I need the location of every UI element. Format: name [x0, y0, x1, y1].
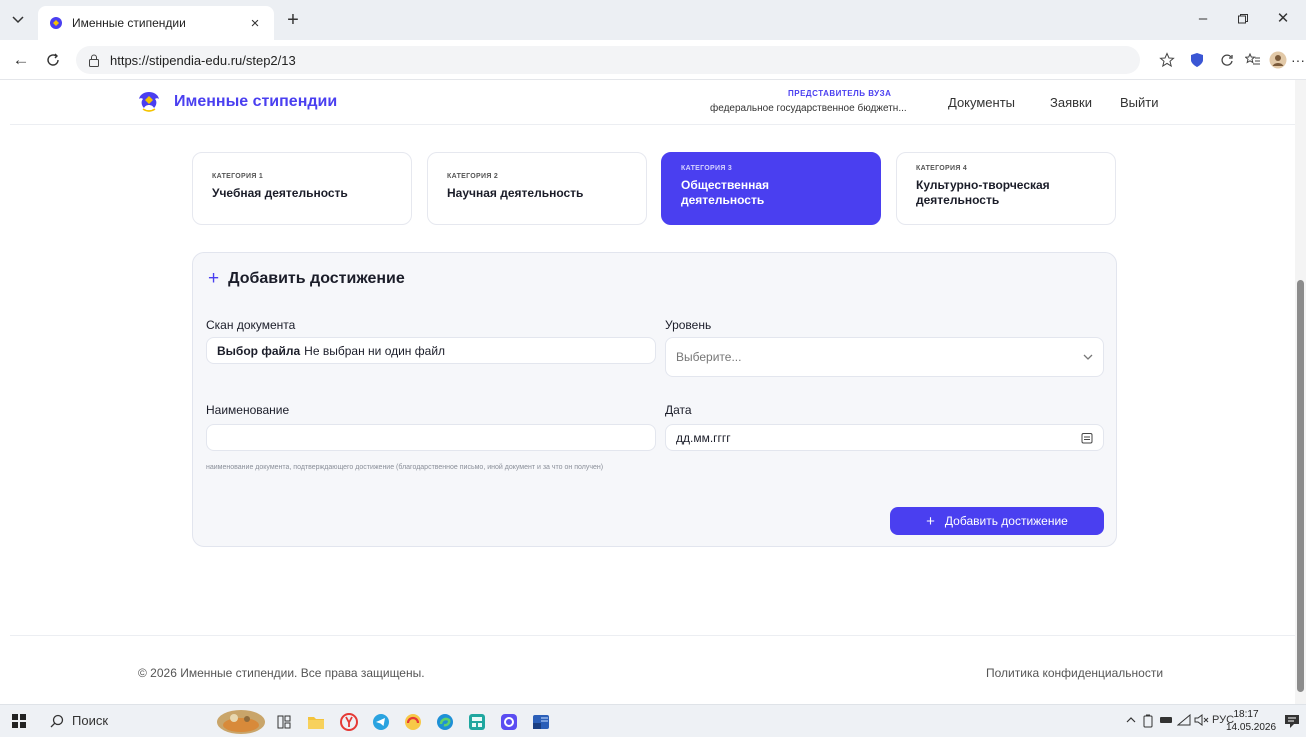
favorite-star-icon[interactable]: [1157, 50, 1177, 70]
refresh-icon[interactable]: [42, 49, 64, 71]
category-name: Учебная деятельность: [212, 186, 348, 200]
tray-chevron-up-icon[interactable]: [1126, 714, 1136, 726]
category-name: Общественная деятельность: [681, 178, 770, 207]
category-name: Научная деятельность: [447, 186, 584, 200]
level-placeholder: Выберите...: [676, 350, 742, 364]
choose-file-button[interactable]: Выбор файла: [217, 344, 300, 358]
category-kicker: КАТЕГОРИЯ 1: [212, 173, 264, 180]
nav-applications-link[interactable]: Заявки: [1050, 95, 1092, 110]
yandex-browser-icon[interactable]: [338, 711, 360, 733]
chevron-down-icon: [1083, 354, 1093, 360]
address-bar[interactable]: https://stipendia-edu.ru/step2/13: [76, 46, 1140, 74]
page-content: Именные стипендии ПРЕДСТАВИТЕЛЬ ВУЗА фед…: [10, 80, 1295, 704]
usb-tray-icon[interactable]: [1159, 714, 1173, 729]
emblem-logo-icon[interactable]: [136, 90, 162, 114]
calendar-icon[interactable]: [1081, 432, 1093, 444]
address-toolbar: ← https://stipendia-edu.ru/step2/13 ···: [0, 40, 1306, 80]
add-achievement-form: + Добавить достижение Скан документа Выб…: [192, 252, 1117, 547]
form-title: Добавить достижение: [228, 270, 405, 287]
name-label: Наименование: [206, 403, 290, 417]
messenger-icon[interactable]: [498, 711, 520, 733]
category-card-2[interactable]: КАТЕГОРИЯ 2 Научная деятельность: [427, 152, 647, 225]
url-text: https://stipendia-edu.ru/step2/13: [110, 52, 296, 68]
word-app-icon[interactable]: [530, 711, 552, 733]
close-window-icon[interactable]: ✕: [1268, 8, 1298, 30]
category-card-1[interactable]: КАТЕГОРИЯ 1 Учебная деятельность: [192, 152, 412, 225]
new-tab-icon[interactable]: +: [282, 10, 304, 32]
profile-avatar-icon[interactable]: [1268, 50, 1288, 70]
tab-title: Именные стипендии: [72, 16, 186, 30]
add-achievement-button[interactable]: + Добавить достижение: [890, 507, 1104, 535]
name-hint: наименование документа, подтверждающего …: [206, 464, 604, 471]
clock-date: 14.05.2026: [1226, 722, 1277, 733]
search-highlight-image-icon[interactable]: [216, 710, 266, 734]
page-scrollbar[interactable]: [1295, 80, 1306, 704]
representative-organization: федеральное государственное бюджетн...: [710, 103, 907, 114]
volume-muted-icon[interactable]: [1194, 714, 1210, 729]
back-icon[interactable]: ←: [10, 49, 32, 71]
1c-app-icon[interactable]: [402, 711, 424, 733]
extensions-icon[interactable]: [1217, 50, 1237, 70]
restore-icon[interactable]: [1228, 8, 1258, 30]
tab-close-icon[interactable]: ×: [246, 15, 264, 32]
collections-icon[interactable]: [1243, 50, 1263, 70]
browser-tab[interactable]: Именные стипендии ×: [38, 6, 274, 40]
minimize-icon[interactable]: –: [1188, 8, 1218, 30]
plus-icon: +: [208, 268, 220, 289]
site-header: Именные стипендии ПРЕДСТАВИТЕЛЬ ВУЗА фед…: [10, 80, 1295, 125]
scrollbar-thumb[interactable]: [1297, 280, 1304, 692]
file-explorer-icon[interactable]: [305, 711, 327, 733]
taskbar-clock[interactable]: 18:17 14.05.2026: [1226, 708, 1277, 734]
edge-browser-icon[interactable]: [434, 711, 456, 733]
site-title[interactable]: Именные стипендии: [174, 93, 337, 111]
taskbar-search[interactable]: Поиск: [50, 713, 108, 728]
search-icon: [50, 714, 64, 727]
level-label: Уровень: [665, 318, 712, 332]
site-favicon-icon: [48, 15, 64, 31]
windows-taskbar: Поиск РУС 18:17 14.05.2026: [0, 704, 1306, 737]
category-kicker: КАТЕГОРИЯ 3: [681, 165, 733, 172]
telegram-icon[interactable]: [370, 711, 392, 733]
site-footer: © 2026 Именные стипендии. Все права защи…: [10, 635, 1295, 704]
category-kicker: КАТЕГОРИЯ 2: [447, 173, 499, 180]
lock-icon: [88, 53, 102, 67]
taskbar-search-label: Поиск: [72, 713, 109, 728]
nav-documents-link[interactable]: Документы: [948, 95, 1015, 110]
name-input[interactable]: [206, 424, 656, 451]
clock-time: 18:17: [1233, 709, 1259, 720]
notification-center-icon[interactable]: [1284, 713, 1300, 729]
battery-tray-icon[interactable]: [1142, 714, 1154, 731]
calculator-app-icon[interactable]: [466, 711, 488, 733]
category-kicker: КАТЕГОРИЯ 4: [916, 165, 968, 172]
browser-tab-bar: Именные стипендии × + – ✕: [0, 0, 1306, 40]
date-label: Дата: [665, 403, 692, 417]
form-header: + Добавить достижение: [208, 269, 405, 289]
date-input[interactable]: дд.мм.гггг: [665, 424, 1104, 451]
shield-extension-icon[interactable]: [1187, 50, 1207, 70]
scan-label: Скан документа: [206, 318, 296, 332]
add-achievement-button-label: Добавить достижение: [944, 514, 1068, 528]
windows-start-icon[interactable]: [12, 714, 26, 728]
more-menu-icon[interactable]: ···: [1288, 50, 1306, 70]
plus-icon: +: [926, 512, 935, 530]
nav-logout-link[interactable]: Выйти: [1120, 95, 1159, 110]
date-placeholder: дд.мм.гггг: [676, 430, 731, 445]
privacy-policy-link[interactable]: Политика конфиденциальности: [986, 666, 1163, 680]
wifi-tray-icon[interactable]: [1176, 713, 1191, 729]
file-upload-input[interactable]: Выбор файла Не выбран ни один файл: [206, 337, 656, 364]
copyright-text: © 2026 Именные стипендии. Все права защи…: [138, 666, 425, 680]
category-name: Культурно-творческая деятельность: [916, 178, 1050, 207]
representative-label: ПРЕДСТАВИТЕЛЬ ВУЗА: [788, 89, 892, 98]
tab-actions-chevron-icon[interactable]: [8, 10, 28, 30]
file-status: Не выбран ни один файл: [304, 343, 446, 358]
category-card-3-active[interactable]: КАТЕГОРИЯ 3 Общественная деятельность: [661, 152, 881, 225]
level-select[interactable]: Выберите...: [665, 337, 1104, 377]
category-card-4[interactable]: КАТЕГОРИЯ 4 Культурно-творческая деятель…: [896, 152, 1116, 225]
task-view-icon[interactable]: [273, 711, 295, 733]
